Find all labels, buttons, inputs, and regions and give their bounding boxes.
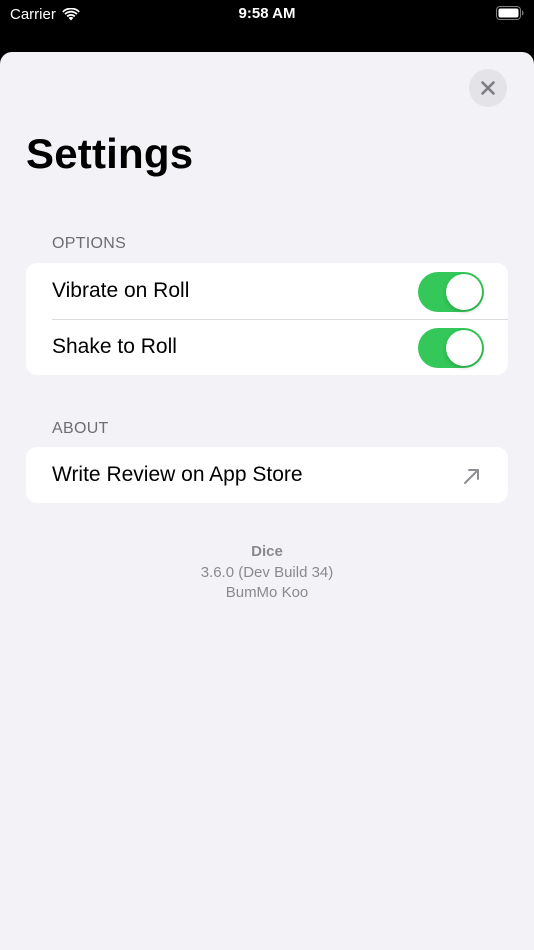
battery-icon (496, 6, 524, 20)
write-review-row[interactable]: Write Review on App Store (26, 447, 508, 503)
settings-sheet: Settings OPTIONS Vibrate on Roll Shake t… (0, 52, 534, 950)
close-button[interactable] (469, 69, 507, 107)
shake-to-roll-row: Shake to Roll (26, 319, 508, 375)
about-group: Write Review on App Store (26, 447, 508, 503)
section-header-options: OPTIONS (52, 235, 127, 252)
close-icon (481, 81, 495, 95)
status-bar: Carrier 9:58 AM (0, 0, 534, 30)
external-link-arrow-icon (464, 469, 479, 484)
app-name: Dice (251, 543, 283, 560)
shake-to-roll-label: Shake to Roll (52, 335, 177, 358)
shake-to-roll-toggle[interactable] (418, 328, 484, 368)
vibrate-on-roll-row: Vibrate on Roll (26, 263, 508, 319)
section-header-about: ABOUT (52, 420, 109, 437)
vibrate-on-roll-toggle[interactable] (418, 272, 484, 312)
app-info-footer: Dice 3.6.0 (Dev Build 34) BumMo Koo (0, 542, 534, 604)
toggle-knob (446, 274, 482, 310)
app-author: BumMo Koo (225, 584, 309, 601)
write-review-label: Write Review on App Store (52, 463, 303, 486)
status-time: 9:58 AM (238, 5, 296, 22)
app-version: 3.6.0 (Dev Build 34) (200, 563, 334, 581)
options-group: Vibrate on Roll Shake to Roll (26, 263, 508, 375)
page-title: Settings (26, 130, 194, 177)
toggle-knob (446, 330, 482, 366)
vibrate-on-roll-label: Vibrate on Roll (52, 279, 190, 302)
